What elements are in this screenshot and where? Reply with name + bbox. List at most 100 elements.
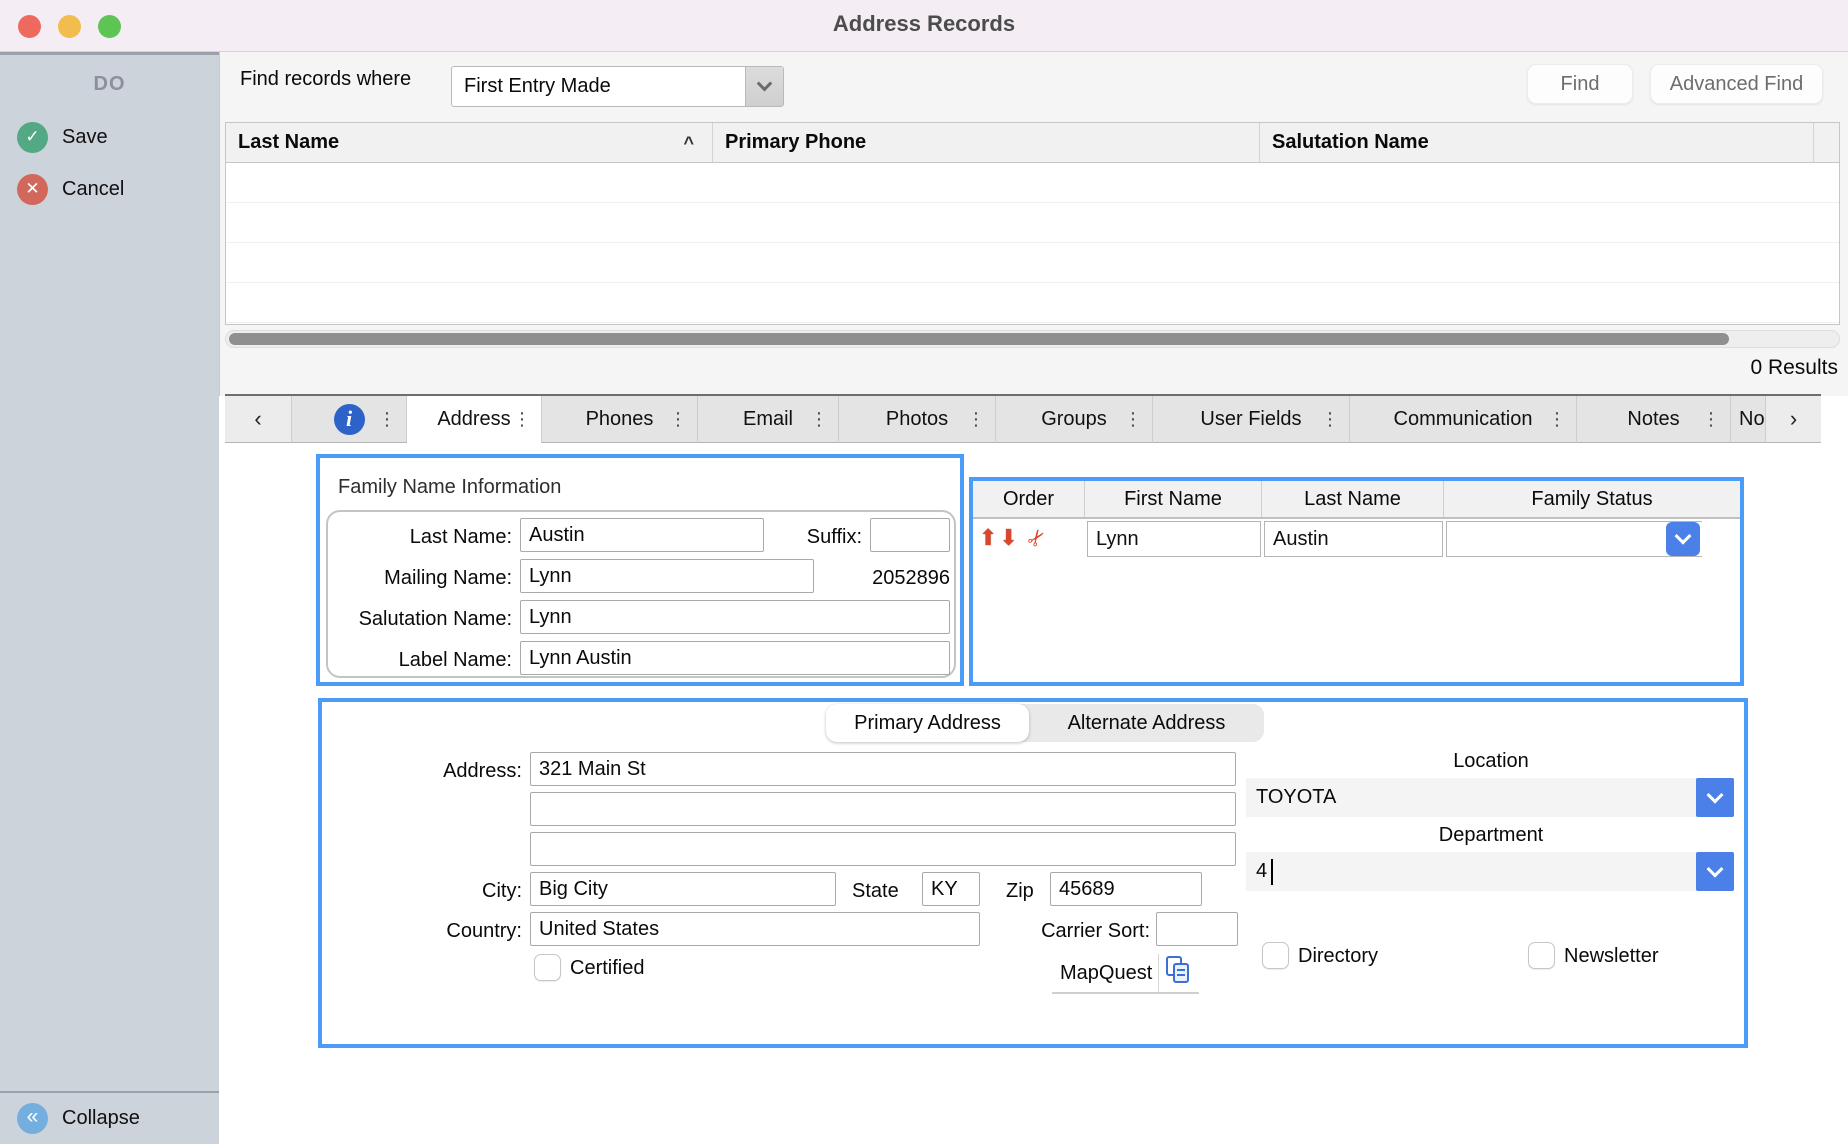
member-family-status-cell[interactable] bbox=[1446, 521, 1702, 557]
find-filter-dropdown[interactable]: First Entry Made bbox=[451, 66, 784, 107]
state-label: State bbox=[852, 880, 918, 903]
tab-menu-icon[interactable]: ⋮ bbox=[378, 409, 396, 430]
suffix-input[interactable] bbox=[870, 518, 950, 552]
sidebar-header: DO bbox=[0, 73, 219, 96]
city-label: City: bbox=[362, 880, 522, 903]
tab-menu-icon[interactable]: ⋮ bbox=[810, 409, 828, 430]
tab-address[interactable]: Address ⋮ bbox=[407, 396, 542, 443]
find-filter-value: First Entry Made bbox=[452, 75, 745, 98]
column-header-order[interactable]: Order bbox=[973, 481, 1085, 517]
chevron-down-icon bbox=[1707, 860, 1724, 877]
column-header-last-name[interactable]: Last Name bbox=[1262, 481, 1444, 517]
location-label: Location bbox=[1246, 750, 1736, 773]
location-dropdown[interactable]: TOYOTA bbox=[1246, 778, 1734, 817]
label-name-input[interactable] bbox=[520, 641, 950, 675]
record-id: 2052896 bbox=[850, 567, 950, 590]
results-count: 0 Results bbox=[1750, 356, 1838, 380]
carrier-sort-label: Carrier Sort: bbox=[986, 920, 1150, 943]
certified-checkbox[interactable] bbox=[534, 954, 561, 981]
chevron-down-icon bbox=[757, 76, 773, 92]
tab-photos[interactable]: Photos ⋮ bbox=[839, 396, 996, 443]
last-name-input[interactable] bbox=[520, 518, 764, 552]
tab-info[interactable]: i ⋮ bbox=[292, 396, 407, 443]
tab-menu-icon[interactable]: ⋮ bbox=[1702, 409, 1720, 430]
certified-label: Certified bbox=[570, 957, 644, 980]
results-table-header: Last Name ^ Primary Phone Salutation Nam… bbox=[226, 123, 1839, 163]
zip-input[interactable] bbox=[1050, 872, 1202, 906]
carrier-sort-input[interactable] bbox=[1156, 912, 1238, 946]
sidebar-item-cancel[interactable]: ✕ Cancel bbox=[0, 171, 219, 207]
mapquest-button[interactable]: MapQuest bbox=[1052, 954, 1199, 994]
salutation-name-label: Salutation Name: bbox=[320, 608, 512, 631]
tab-menu-icon[interactable]: ⋮ bbox=[1124, 409, 1142, 430]
tab-communication[interactable]: Communication ⋮ bbox=[1350, 396, 1577, 443]
column-header-family-status[interactable]: Family Status bbox=[1444, 481, 1740, 517]
table-row bbox=[226, 283, 1839, 323]
sidebar: DO ✓ Save ✕ Cancel « Collapse bbox=[0, 52, 219, 1144]
title-bar: Address Records bbox=[0, 0, 1848, 52]
tab-email[interactable]: Email ⋮ bbox=[698, 396, 839, 443]
cancel-label: Cancel bbox=[62, 178, 124, 201]
copy-address-icon[interactable] bbox=[1165, 955, 1191, 991]
move-down-icon[interactable]: ⬇ bbox=[999, 525, 1017, 551]
tabs-scroll-left-button[interactable]: ‹ bbox=[225, 396, 292, 443]
advanced-find-button[interactable]: Advanced Find bbox=[1650, 64, 1823, 104]
horizontal-scrollbar[interactable] bbox=[225, 330, 1840, 348]
column-header-salutation-name[interactable]: Salutation Name bbox=[1260, 123, 1814, 162]
chevron-down-icon bbox=[1707, 786, 1724, 803]
tab-phones[interactable]: Phones ⋮ bbox=[542, 396, 698, 443]
last-name-label: Last Name: bbox=[320, 526, 512, 549]
tab-primary-address[interactable]: Primary Address bbox=[826, 704, 1029, 742]
find-button[interactable]: Find bbox=[1527, 64, 1633, 104]
address-line1-input[interactable] bbox=[530, 752, 1236, 786]
text-cursor bbox=[1271, 859, 1273, 885]
column-header-first-name[interactable]: First Name bbox=[1085, 481, 1262, 517]
chevron-left-icon: ‹ bbox=[254, 406, 261, 432]
tab-groups[interactable]: Groups ⋮ bbox=[996, 396, 1153, 443]
tab-user-fields[interactable]: User Fields ⋮ bbox=[1153, 396, 1350, 443]
tab-menu-icon[interactable]: ⋮ bbox=[967, 409, 985, 430]
tab-clipped[interactable]: No bbox=[1731, 396, 1766, 443]
department-label: Department bbox=[1246, 824, 1736, 847]
column-header-primary-phone[interactable]: Primary Phone bbox=[713, 123, 1260, 162]
move-up-icon[interactable]: ⬆ bbox=[979, 525, 997, 551]
mailing-name-input[interactable] bbox=[520, 559, 814, 593]
save-label: Save bbox=[62, 126, 108, 149]
sidebar-item-save[interactable]: ✓ Save bbox=[0, 119, 219, 155]
address-line3-input[interactable] bbox=[530, 832, 1236, 866]
newsletter-checkbox[interactable] bbox=[1528, 942, 1555, 969]
column-header-last-name[interactable]: Last Name ^ bbox=[226, 123, 713, 162]
label-name-label: Label Name: bbox=[320, 649, 512, 672]
tab-menu-icon[interactable]: ⋮ bbox=[1321, 409, 1339, 430]
department-dropdown[interactable]: 4 bbox=[1246, 852, 1734, 891]
address-line2-input[interactable] bbox=[530, 792, 1236, 826]
address-panel: Primary Address Alternate Address Addres… bbox=[318, 698, 1748, 1048]
tabs-scroll-right-button[interactable]: › bbox=[1766, 396, 1821, 443]
family-members-panel: Order First Name Last Name Family Status… bbox=[969, 477, 1744, 686]
tab-menu-icon[interactable]: ⋮ bbox=[1548, 409, 1566, 430]
state-input[interactable] bbox=[922, 872, 980, 906]
dropdown-button[interactable] bbox=[745, 67, 783, 106]
tab-notes[interactable]: Notes ⋮ bbox=[1577, 396, 1731, 443]
collapse-bar[interactable]: « Collapse bbox=[0, 1091, 219, 1144]
directory-checkbox[interactable] bbox=[1262, 942, 1289, 969]
country-input[interactable] bbox=[530, 912, 980, 946]
tab-menu-icon[interactable]: ⋮ bbox=[513, 409, 531, 430]
tab-menu-icon[interactable]: ⋮ bbox=[669, 409, 687, 430]
table-row bbox=[226, 243, 1839, 283]
delete-row-icon[interactable]: ✂ bbox=[1021, 523, 1053, 553]
city-input[interactable] bbox=[530, 872, 836, 906]
table-row bbox=[226, 163, 1839, 203]
department-dropdown-button[interactable] bbox=[1696, 852, 1734, 891]
member-last-name-cell[interactable]: Austin bbox=[1264, 521, 1443, 557]
collapse-icon: « bbox=[17, 1103, 48, 1134]
family-name-panel: Family Name Information Last Name: Suffi… bbox=[316, 454, 964, 686]
member-first-name-cell[interactable]: Lynn bbox=[1087, 521, 1261, 557]
tab-alternate-address[interactable]: Alternate Address bbox=[1029, 704, 1264, 742]
results-table-body bbox=[226, 163, 1839, 324]
family-status-dropdown-button[interactable] bbox=[1666, 522, 1700, 556]
location-dropdown-button[interactable] bbox=[1696, 778, 1734, 817]
scrollbar-thumb[interactable] bbox=[229, 333, 1729, 345]
salutation-name-input[interactable] bbox=[520, 600, 950, 634]
location-value: TOYOTA bbox=[1246, 786, 1336, 809]
